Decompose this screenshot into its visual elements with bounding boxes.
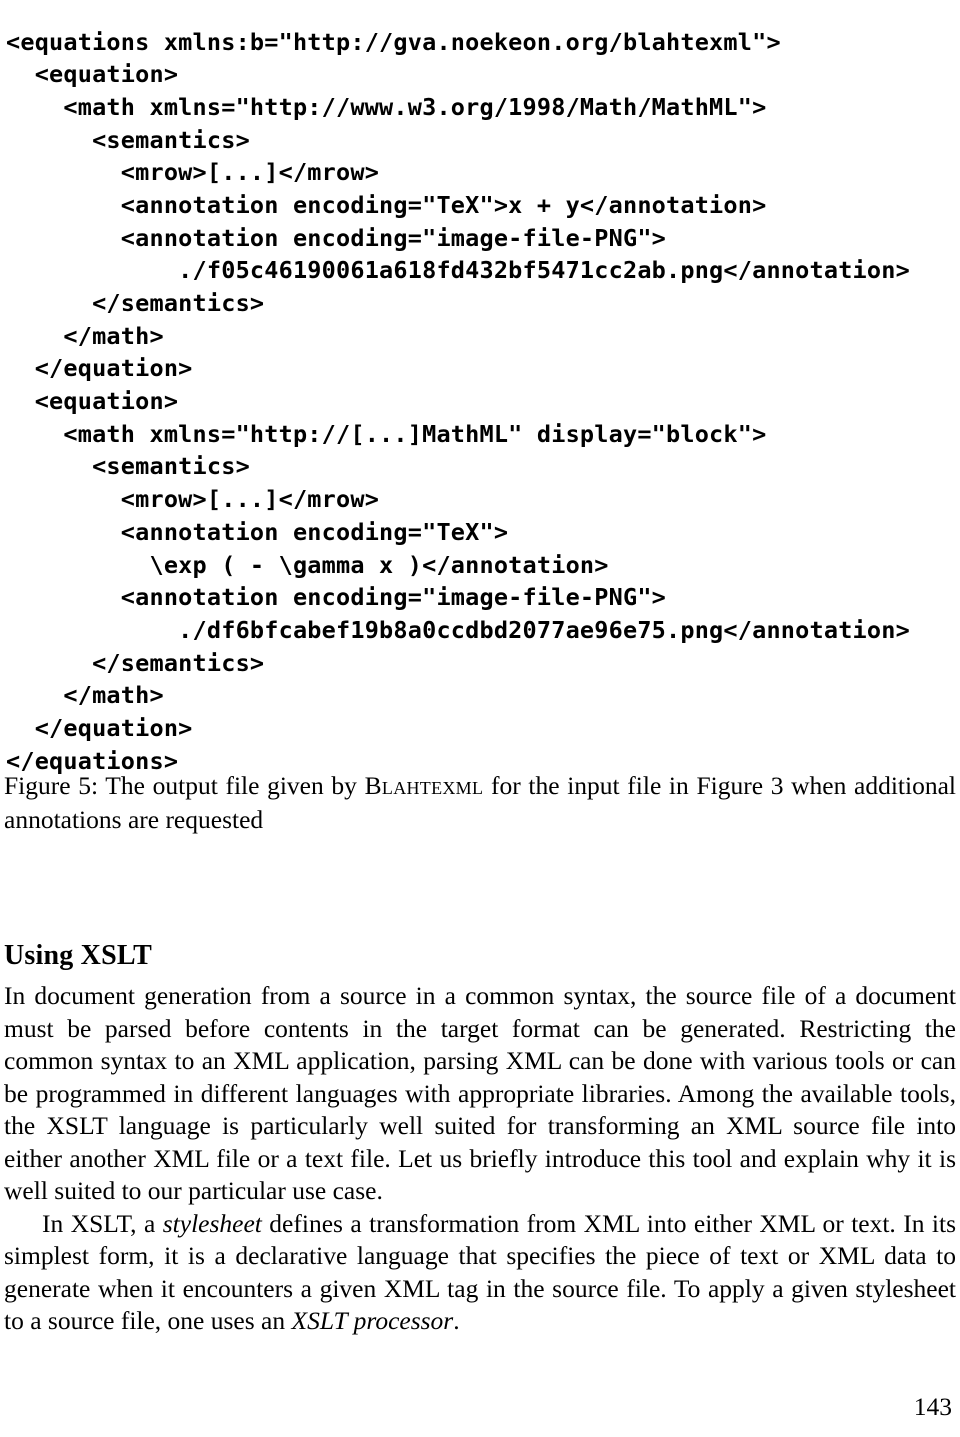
code-line: </equation> <box>6 713 193 742</box>
paragraph-2-text-1: In XSLT, a <box>42 1208 163 1238</box>
section-body: In document generation from a source in … <box>4 980 956 1338</box>
code-line: ./f05c46190061a618fd432bf5471cc2ab.png</… <box>6 256 910 285</box>
code-line: </math> <box>6 321 164 350</box>
code-line: <mrow>[...]</mrow> <box>6 158 380 187</box>
code-line: <annotation encoding="image-file-PNG"> <box>6 223 667 252</box>
document-page: <equations xmlns:b="http://gva.noekeon.o… <box>0 0 960 1437</box>
code-line: </semantics> <box>6 648 265 677</box>
code-line: \exp ( - \gamma x )</annotation> <box>6 550 609 579</box>
paragraph-2-text-3: . <box>453 1306 460 1335</box>
figure-caption-smallcaps-name: Blahtexml <box>364 771 484 800</box>
code-line: <equations xmlns:b="http://gva.noekeon.o… <box>6 27 781 56</box>
code-line: </semantics> <box>6 289 265 317</box>
code-line: <annotation encoding="image-file-PNG"> <box>6 583 667 612</box>
code-line: <math xmlns="http://[...]MathML" display… <box>6 419 767 448</box>
figure-caption: Figure 5: The output file given by Blaht… <box>4 769 956 837</box>
figure-caption-prefix: Figure 5: The output file given by <box>4 771 365 800</box>
code-line: <math xmlns="http://www.w3.org/1998/Math… <box>6 92 767 121</box>
code-line: <mrow>[...]</mrow> <box>6 485 380 514</box>
term-xslt-processor: XSLT processor <box>291 1306 454 1335</box>
code-line: <annotation encoding="TeX">x + y</annota… <box>6 190 767 219</box>
code-line: <annotation encoding="TeX"> <box>6 517 509 546</box>
code-line: <semantics> <box>6 125 250 154</box>
code-line: ./df6bfcabef19b8a0ccdbd2077ae96e75.png</… <box>6 615 910 644</box>
code-listing: <equations xmlns:b="http://gva.noekeon.o… <box>6 26 956 778</box>
code-line: </equation> <box>6 354 193 383</box>
code-line: <equation> <box>6 60 179 89</box>
code-line: <equation> <box>6 387 179 416</box>
term-stylesheet: stylesheet <box>162 1208 262 1238</box>
section-heading-using-xslt: Using XSLT <box>4 940 153 971</box>
paragraph-xslt-intro: In document generation from a source in … <box>4 981 956 1205</box>
code-line: </math> <box>6 681 164 710</box>
code-line: <semantics> <box>6 452 250 481</box>
paragraph-xslt-stylesheet: In XSLT, a stylesheet defines a transfor… <box>4 1208 956 1338</box>
page-number: 143 <box>913 1392 952 1421</box>
